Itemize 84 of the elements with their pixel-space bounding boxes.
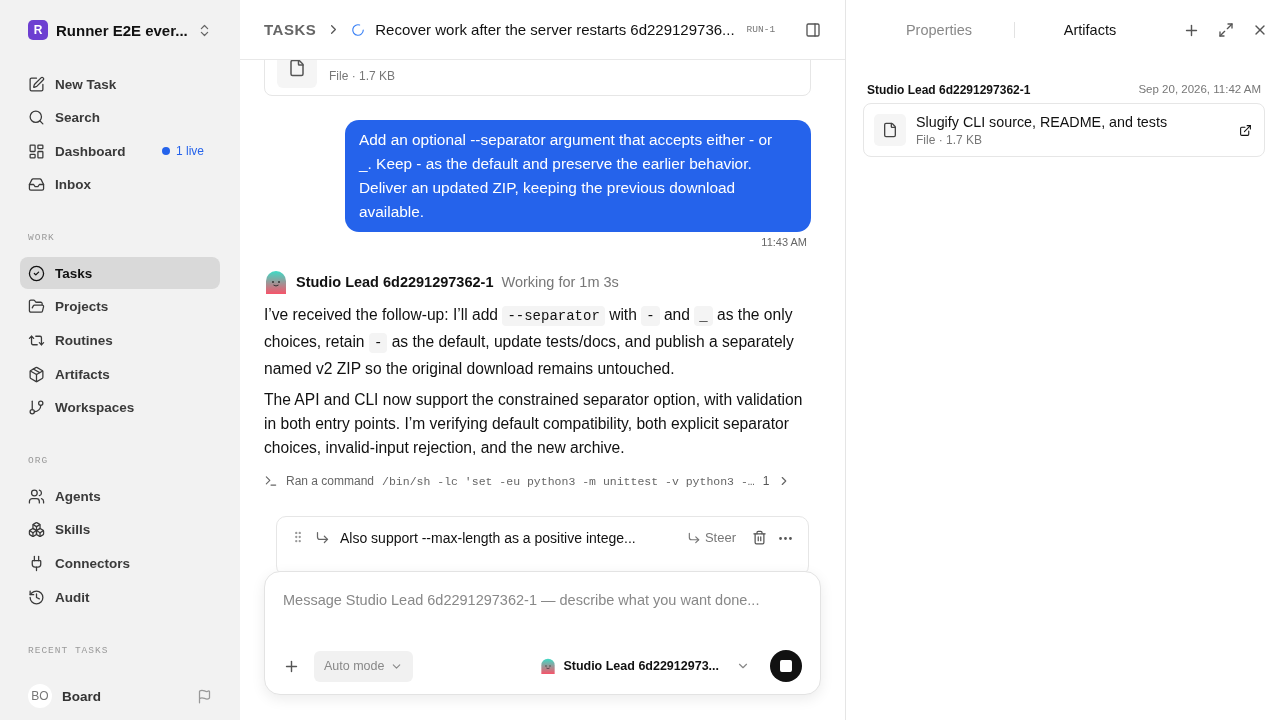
external-link-icon[interactable]	[1239, 123, 1252, 137]
command-text: /bin/sh -lc 'set -eu python3 -m unittest -v python3 -…	[382, 474, 755, 488]
user-avatar: BO	[28, 684, 52, 708]
agent-avatar-icon	[540, 658, 557, 674]
panel-tab[interactable]: Properties	[864, 21, 1014, 39]
sidebar-item-label: Tasks	[55, 265, 94, 281]
agent-paragraph: The API and CLI now support the constrained separator option, with validation in both entry points. I’m verifying default compatibility, both explicit separator choices, invalid-input rejection, and the new archive.	[264, 390, 804, 458]
sidebar-item[interactable]: Tasks	[20, 257, 220, 290]
agent-paragraph: I’ve received the follow-up: I’ll add --separator with - and _ as the only choices, retain - as the default, update tests/docs, and publish a separately named v2 ZIP so the original download remains untouched.	[264, 305, 795, 379]
stop-button[interactable]	[770, 650, 802, 682]
workspace-name[interactable]: Runner E2E ever...	[56, 21, 189, 39]
pencil-square-icon	[28, 75, 45, 93]
folder-icon	[28, 298, 45, 316]
sidebar-item[interactable]: Agents	[20, 480, 220, 513]
spinner-icon	[351, 22, 366, 37]
user-message: Add an optional --separator argument that accepts either - or _. Keep - as the default and preserve the earlier behavior. Deliver an updated ZIP, keeping the previous download available.	[345, 120, 811, 232]
sidebar-item[interactable]: Dashboard 1 live	[20, 135, 220, 168]
flag-icon[interactable]	[197, 688, 212, 704]
agent-avatar-icon	[264, 270, 288, 294]
panel-tab[interactable]: Artifacts	[1015, 21, 1165, 39]
file-card[interactable]: File · 1.7 KB	[264, 60, 811, 96]
file-icon	[874, 114, 906, 146]
sidebar-item-label: Workspaces	[55, 400, 136, 416]
sidebar-item-label: Audit	[55, 589, 91, 605]
file-meta: File · 1.7 KB	[329, 69, 396, 83]
sidebar-item[interactable]: Projects	[20, 290, 220, 323]
box-icon	[28, 365, 45, 383]
sidebar-item-label: Connectors	[55, 556, 131, 572]
sidebar-item-label: Search	[55, 110, 102, 126]
sidebar-item[interactable]: Routines	[20, 324, 220, 357]
message-time: 11:43 AM	[761, 236, 807, 248]
sidebar-item[interactable]: New Task	[20, 68, 220, 100]
inbox-icon	[28, 176, 45, 194]
panel-toggle-icon[interactable]	[805, 21, 821, 38]
live-dot	[162, 147, 170, 156]
breadcrumb-link[interactable]: TASKS	[264, 21, 317, 38]
agent-name: Studio Lead 6d2291297362-1	[296, 274, 494, 290]
steer-button[interactable]: Steer	[680, 530, 742, 545]
branch-icon	[28, 399, 45, 417]
sidebar-item[interactable]: Artifacts	[20, 358, 220, 391]
section-title: ORG	[27, 455, 50, 467]
section-title: RECENT TASKS	[27, 644, 110, 656]
delete-icon[interactable]	[752, 530, 767, 545]
sidebar-item[interactable]: Connectors	[20, 547, 220, 580]
search-icon	[28, 109, 45, 127]
artifact-title: Slugify CLI source, README, and tests	[916, 113, 1169, 130]
sidebar-item[interactable]: Audit	[20, 581, 220, 614]
grid-icon	[28, 142, 45, 160]
sidebar-item-label: Routines	[55, 333, 114, 349]
history-icon	[28, 588, 45, 606]
queued-text: Also support --max-length as a positive intege...	[340, 530, 637, 546]
task-title: Recover work after the server restarts 6d229129736...	[375, 21, 735, 38]
artifact-meta: File · 1.7 KB	[916, 132, 984, 147]
terminal-icon	[264, 474, 278, 488]
sidebar-item-label: New Task	[55, 76, 118, 92]
command-count: 1	[762, 474, 770, 488]
agent-status: Working for 1m 3s	[501, 274, 619, 290]
corner-arrow-icon	[686, 530, 701, 545]
corner-arrow-icon	[315, 530, 330, 545]
section-title: WORK	[27, 232, 56, 244]
expand-icon[interactable]	[1218, 21, 1234, 38]
sidebar-item[interactable]: Workspaces	[20, 391, 220, 424]
command-label: Ran a command	[286, 474, 375, 488]
live-count: 1 live	[176, 144, 204, 159]
sidebar-item-label: Agents	[55, 488, 102, 504]
run-id: RUN-1	[746, 24, 777, 35]
stop-icon	[779, 659, 793, 673]
people-icon	[28, 487, 45, 505]
sidebar-item[interactable]: Skills	[20, 513, 220, 546]
sidebar-item[interactable]: Inbox	[20, 168, 220, 201]
agent-picker[interactable]: Studio Lead 6d22912973...	[534, 657, 756, 675]
artifact-date: Sep 20, 2026, 11:42 AM	[1138, 83, 1261, 97]
sidebar-item-label: Skills	[55, 522, 92, 538]
cubes-icon	[28, 521, 45, 539]
sidebar-item-label: Dashboard	[55, 143, 127, 159]
artifact-card[interactable]: Slugify CLI source, README, and tests File · 1.7 KB	[863, 103, 1265, 157]
sidebar-item-label: Inbox	[55, 177, 92, 193]
sidebar-item-label: Artifacts	[55, 366, 111, 382]
check-circle-icon	[28, 264, 45, 282]
sidebar-item[interactable]: Search	[20, 101, 220, 134]
user-name[interactable]: Board	[62, 688, 187, 704]
workspace-logo: R	[28, 20, 48, 40]
artifact-author: Studio Lead 6d2291297362-1	[867, 83, 1031, 97]
sidebar-item-label: Projects	[55, 299, 110, 315]
